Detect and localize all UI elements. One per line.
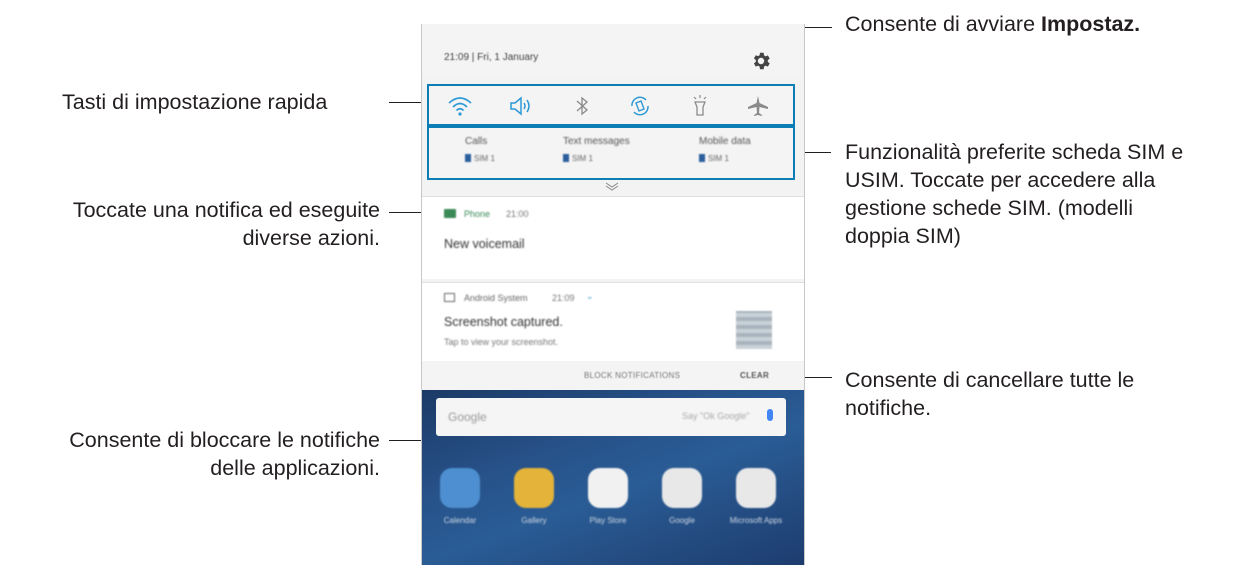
callout-quick-settings: Tasti di impostazione rapida <box>62 90 328 114</box>
microsoft-apps-folder-icon[interactable] <box>736 468 776 508</box>
callout-notification-line1: Toccate una notifica ed eseguite <box>72 198 380 222</box>
flashlight-icon[interactable] <box>687 94 713 118</box>
sim-card-manager[interactable]: Calls SIM 1 Text messages SIM 1 Mobile d… <box>427 126 795 180</box>
notification-phone-time: 21:00 <box>506 209 529 219</box>
notification-screenshot-title: Screenshot captured. <box>444 315 563 329</box>
sim-text-sim: SIM 1 <box>572 154 593 163</box>
notification-screenshot[interactable]: Android System 21:09 ⌄ Screenshot captur… <box>422 282 804 361</box>
sound-icon[interactable] <box>507 94 533 118</box>
google-folder-icon[interactable] <box>662 468 702 508</box>
callout-block-line1: Consente di bloccare le notifiche <box>69 428 380 452</box>
app-label-google: Google <box>669 516 695 525</box>
callout-settings: Consente di avviare Impostaz. <box>845 10 1140 38</box>
auto-rotate-icon[interactable] <box>627 94 653 118</box>
search-hint: Say "Ok Google" <box>682 411 750 421</box>
quick-settings-buttons <box>427 84 795 126</box>
callout-sim-line4: doppia SIM) <box>845 224 961 248</box>
app-label-play-store: Play Store <box>589 516 627 525</box>
phone-app-icon <box>444 209 456 218</box>
notification-phone[interactable]: Phone 21:00 New voicemail <box>422 196 804 279</box>
bluetooth-icon[interactable] <box>569 94 595 118</box>
settings-gear-icon[interactable] <box>750 50 772 72</box>
sim-mobile-data[interactable]: Mobile data SIM 1 <box>699 136 751 163</box>
notification-screenshot-app: Android System <box>464 293 528 303</box>
callout-clear: Consente di cancellare tutte le notifich… <box>845 366 1134 422</box>
notification-phone-app: Phone <box>464 209 491 219</box>
wifi-icon[interactable] <box>447 94 473 118</box>
app-label-calendar: Calendar <box>443 516 477 525</box>
block-notifications-button[interactable]: BLOCK NOTIFICATIONS <box>584 371 680 380</box>
sim-chip-icon <box>563 154 569 162</box>
calendar-app-icon[interactable] <box>440 468 480 508</box>
app-label-gallery: Gallery <box>521 516 547 525</box>
callout-clear-line2: notifiche. <box>845 396 932 420</box>
callout-clear-line1: Consente di cancellare tutte le <box>845 368 1135 392</box>
image-app-icon <box>444 293 455 302</box>
notification-screenshot-time: 21:09 <box>552 293 575 303</box>
clear-button[interactable]: CLEAR <box>740 371 769 380</box>
sim-data-label: Mobile data <box>699 136 751 147</box>
sim-calls-label: Calls <box>465 136 488 147</box>
callout-settings-bold: Impostaz. <box>1041 12 1141 36</box>
expand-chevron-icon[interactable] <box>600 180 624 192</box>
app-label-microsoft: Microsoft Apps <box>729 516 783 525</box>
callout-notification-line2: diverse azioni. <box>242 226 380 250</box>
home-screen: Google Say "Ok Google" Calendar Gallery … <box>422 390 804 565</box>
sim-chip-icon <box>465 154 471 162</box>
google-logo: Google <box>448 410 487 424</box>
gallery-app-icon[interactable] <box>514 468 554 508</box>
callout-sim-line1: Funzionalità preferite scheda SIM e <box>845 140 1184 164</box>
callout-notification: Toccate una notifica ed eseguite diverse… <box>73 196 380 252</box>
status-bar: 21:09 | Fri, 1 January <box>422 24 804 74</box>
notification-phone-title: New voicemail <box>444 237 525 251</box>
google-search-bar[interactable]: Google Say "Ok Google" <box>436 398 786 436</box>
callout-sim-line2: USIM. Toccate per accedere alla <box>845 168 1156 192</box>
play-store-app-icon[interactable] <box>588 468 628 508</box>
callout-block-line2: delle applicazioni. <box>210 456 380 480</box>
callout-sim-line3: gestione schede SIM. (modelli <box>845 196 1134 220</box>
sim-calls[interactable]: Calls SIM 1 <box>465 136 495 163</box>
leader-quick-settings <box>389 102 425 104</box>
sim-text-messages[interactable]: Text messages SIM 1 <box>563 136 630 163</box>
sim-text-label: Text messages <box>563 136 630 147</box>
callout-settings-text: Consente di avviare <box>845 12 1041 36</box>
screenshot-thumbnail <box>736 311 772 349</box>
phone-notification-panel: 21:09 | Fri, 1 January Calls SIM 1 Text … <box>421 24 805 565</box>
airplane-mode-icon[interactable] <box>745 94 771 118</box>
sim-calls-sim: SIM 1 <box>474 154 495 163</box>
status-time-date: 21:09 | Fri, 1 January <box>444 52 539 63</box>
callout-block: Consente di bloccare le notifiche delle … <box>69 426 380 482</box>
sim-data-sim: SIM 1 <box>708 154 729 163</box>
chevron-down-icon[interactable]: ⌄ <box>586 291 594 302</box>
notification-actions: BLOCK NOTIFICATIONS CLEAR <box>422 362 804 390</box>
callout-sim: Funzionalità preferite scheda SIM e USIM… <box>845 138 1183 250</box>
notification-screenshot-text: Tap to view your screenshot. <box>444 337 559 347</box>
sim-chip-icon <box>699 154 705 162</box>
mic-icon[interactable] <box>767 409 773 421</box>
